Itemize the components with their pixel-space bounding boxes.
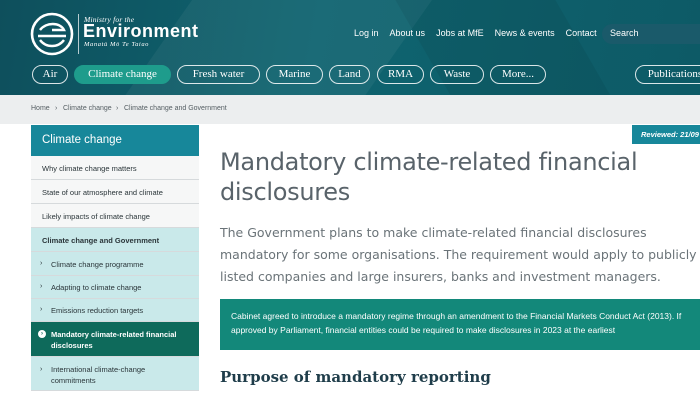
sidebar-item-label: Likely impacts of climate change — [42, 212, 150, 221]
sidebar-heading[interactable]: Climate change — [31, 125, 199, 156]
chevron-right-icon: › — [40, 283, 43, 290]
tab-climate-change[interactable]: Climate change — [74, 65, 171, 84]
sidebar-item-state-of-atmosphere[interactable]: State of our atmosphere and climate — [31, 180, 199, 204]
ministry-logo-icon[interactable] — [30, 12, 74, 56]
breadcrumb-climate-change[interactable]: Climate change — [63, 105, 112, 112]
sidebar-item-label: Why climate change matters — [42, 164, 137, 173]
sidebar-item-likely-impacts[interactable]: Likely impacts of climate change — [31, 204, 199, 228]
tab-air[interactable]: Air — [32, 65, 68, 84]
chevron-right-icon: › — [40, 260, 43, 267]
sidebar-item-why-climate-change-matters[interactable]: Why climate change matters — [31, 156, 199, 180]
tab-land[interactable]: Land — [329, 65, 370, 84]
jobs-link[interactable]: Jobs at MfE — [436, 28, 484, 38]
about-us-link[interactable]: About us — [390, 28, 426, 38]
sidebar-item-label: Climate change programme — [51, 260, 144, 269]
tab-more[interactable]: More... — [490, 65, 546, 84]
logo-main-text[interactable]: Environment — [83, 21, 199, 42]
sidebar-item-climate-change-programme[interactable]: › Climate change programme — [31, 252, 199, 276]
news-events-link[interactable]: News & events — [495, 28, 555, 38]
sidebar-item-label: International climate-change commitments — [51, 365, 146, 385]
sidebar-item-adapting[interactable]: › Adapting to climate change — [31, 276, 199, 299]
chevron-right-icon: › — [40, 306, 43, 313]
reviewed-date-badge: Reviewed: 21/09 — [632, 125, 700, 144]
sidebar-item-label: Climate change and Government — [42, 236, 160, 245]
contact-link[interactable]: Contact — [566, 28, 597, 38]
intro-paragraph: The Government plans to make climate-rel… — [220, 225, 697, 284]
breadcrumb-separator: › — [55, 105, 58, 112]
breadcrumb-separator: › — [116, 105, 119, 112]
sidebar-item-label: Mandatory climate-related financial disc… — [51, 330, 177, 350]
page-title: Mandatory climate-related financial disc… — [220, 148, 638, 206]
chevron-circle-icon: › — [38, 330, 46, 338]
tab-waste[interactable]: Waste — [430, 65, 484, 84]
sidebar-item-mandatory-disclosures[interactable]: › Mandatory climate-related financial di… — [31, 322, 199, 357]
sidebar-item-label: Adapting to climate change — [51, 283, 142, 292]
utility-nav: Log in About us Jobs at MfE News & event… — [354, 28, 608, 38]
sidebar-item-label: State of our atmosphere and climate — [42, 188, 163, 197]
sidebar-item-emissions-targets[interactable]: › Emissions reduction targets — [31, 299, 199, 322]
tab-publications[interactable]: Publications — [635, 65, 700, 84]
section-heading-purpose: Purpose of mandatory reporting — [220, 368, 491, 386]
sidebar-item-climate-change-and-government[interactable]: Climate change and Government — [31, 228, 199, 252]
sidebar-item-label: Emissions reduction targets — [51, 306, 144, 315]
tab-fresh-water[interactable]: Fresh water — [177, 65, 260, 84]
cabinet-callout: Cabinet agreed to introduce a mandatory … — [220, 299, 700, 350]
logo-sub-text: Manatū Mō Te Taiao — [84, 41, 150, 48]
breadcrumb-home[interactable]: Home — [31, 105, 50, 112]
tab-marine[interactable]: Marine — [266, 65, 323, 84]
logo-divider — [78, 14, 79, 54]
login-link[interactable]: Log in — [354, 28, 379, 38]
search-input[interactable]: Search — [602, 24, 700, 44]
tab-rma[interactable]: RMA — [377, 65, 424, 84]
site-header: Ministry for the Environment Manatū Mō T… — [0, 0, 700, 95]
sidebar-item-international-commitments[interactable]: › International climate-change commitmen… — [31, 357, 199, 391]
breadcrumb-current: Climate change and Government — [124, 105, 227, 112]
chevron-right-icon: › — [40, 366, 43, 373]
